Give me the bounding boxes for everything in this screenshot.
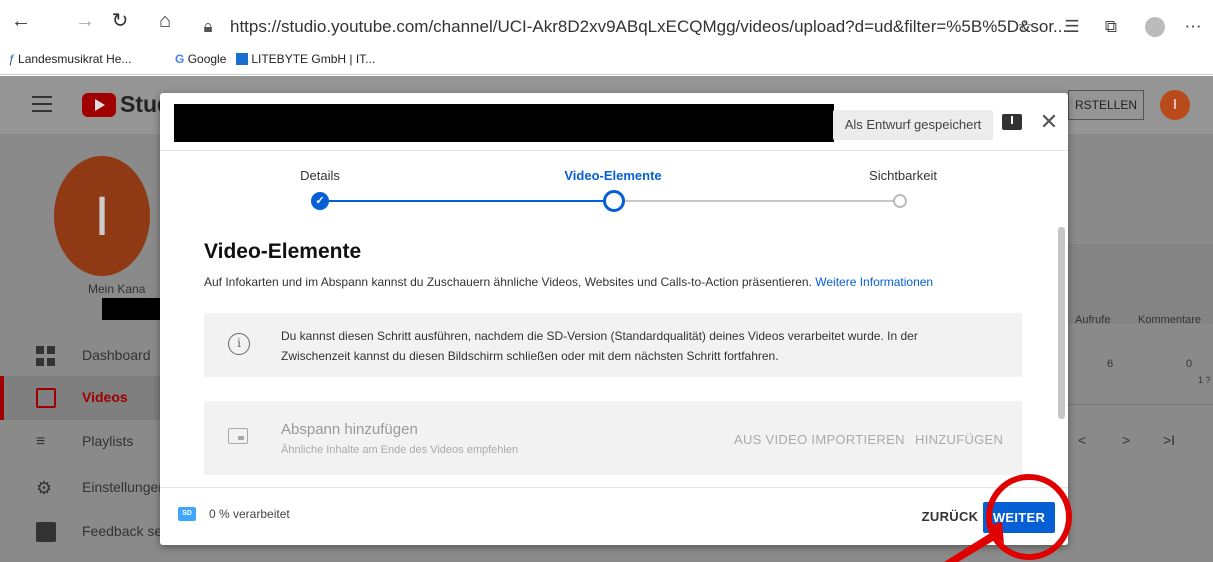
next-page-button[interactable]: > (1122, 432, 1130, 448)
section-description: Auf Infokarten und im Abspann kannst du … (204, 275, 934, 289)
collections-icon[interactable]: ⧉ (1096, 12, 1126, 42)
back-arrow-icon[interactable]: ← (8, 8, 34, 34)
endscreen-icon (228, 428, 248, 444)
close-icon[interactable]: ✕ (1036, 109, 1062, 135)
gear-icon: ⚙ (36, 478, 53, 498)
report-feedback-icon[interactable] (1000, 112, 1024, 136)
sidebar-item-settings[interactable]: ⚙ Einstellungen (0, 466, 170, 510)
dialog-scrollbar[interactable] (1058, 227, 1065, 419)
redacted-video-title (174, 104, 834, 142)
reload-icon[interactable]: ↻ (107, 8, 133, 34)
bookmarks-bar: ƒ Landesmusikrat He... G Google LITEBYTE… (0, 46, 1213, 72)
step-visibility-dot-icon[interactable] (893, 194, 907, 208)
forward-arrow-icon[interactable]: → (72, 8, 98, 34)
processing-status: 0 % verarbeitet (209, 507, 290, 521)
account-avatar[interactable]: I (1160, 90, 1190, 120)
endscreen-card: Abspann hinzufügen Ähnliche Inhalte am E… (204, 401, 1022, 475)
home-icon[interactable]: ⌂ (152, 8, 178, 34)
section-title: Video-Elemente (204, 240, 362, 263)
draft-saved-badge: Als Entwurf gespeichert (833, 110, 993, 140)
comments-value: 0 (1186, 358, 1193, 370)
sidebar-item-label: Feedback sen (82, 523, 170, 539)
profile-icon[interactable] (1140, 12, 1170, 42)
dialog-header: Als Entwurf gespeichert ✕ (160, 93, 1068, 151)
step-details-check-icon[interactable]: ✓ (311, 192, 329, 210)
row-extra-text: 1 ? (1198, 375, 1211, 385)
upload-dialog: Als Entwurf gespeichert ✕ Details Video-… (160, 93, 1068, 545)
endscreen-title: Abspann hinzufügen (281, 421, 418, 438)
sidebar-item-label: Playlists (82, 433, 134, 449)
lock-icon: 🔒︎ (203, 17, 213, 36)
bookmark-landesmusikrat[interactable]: ƒ Landesmusikrat He... (8, 50, 131, 68)
step-video-elements-dot-icon[interactable] (603, 190, 625, 212)
more-menu-icon[interactable]: ⋯ (1178, 12, 1208, 42)
videos-icon (36, 388, 56, 408)
more-info-link[interactable]: Weitere Informationen (815, 275, 933, 289)
step-details-label[interactable]: Details (240, 168, 400, 183)
address-bar[interactable]: 🔒︎ https://studio.youtube.com/channel/UC… (195, 12, 1067, 42)
favorites-list-icon[interactable]: ☰ (1057, 12, 1087, 42)
create-button[interactable]: RSTELLEN (1068, 90, 1144, 120)
hamburger-menu-icon[interactable] (32, 96, 52, 112)
channel-name: Mein Kana (88, 282, 146, 296)
playlists-icon: ≡ (36, 433, 46, 450)
browser-chrome: ← → ↻ ⌂ 🔒︎ https://studio.youtube.com/ch… (0, 0, 1213, 75)
info-icon: i (228, 333, 250, 355)
sidebar-item-label: Videos (82, 389, 128, 405)
column-header-views: Aufrufe (1075, 314, 1111, 326)
litebyte-icon (236, 53, 248, 65)
processing-info-box: i Du kannst diesen Schritt ausführen, na… (204, 313, 1022, 377)
sidebar-item-playlists[interactable]: ≡ Playlists (0, 420, 170, 464)
url-text: https://studio.youtube.com/channel/UCI-A… (230, 17, 1068, 36)
processing-info-text: Du kannst diesen Schritt ausführen, nach… (281, 329, 918, 363)
favorite-star-icon[interactable]: ☆ (1010, 12, 1040, 42)
import-from-video-button[interactable]: AUS VIDEO IMPORTIEREN (734, 432, 905, 447)
youtube-logo-icon[interactable] (82, 93, 116, 117)
dashboard-icon (36, 346, 56, 366)
add-endscreen-button[interactable]: HINZUFÜGEN (915, 432, 1003, 447)
column-header-comments: Kommentare (1138, 314, 1201, 326)
sidebar-item-feedback[interactable]: Feedback sen (0, 510, 170, 554)
sd-badge-icon: SD (178, 507, 196, 521)
sidebar-item-label: Dashboard (82, 347, 151, 363)
bookmark-google[interactable]: G Google (175, 50, 226, 68)
table-header-area: Aufrufe Kommentare (1068, 244, 1213, 326)
channel-avatar[interactable]: I (54, 156, 150, 276)
sidebar-item-videos[interactable]: Videos (0, 376, 170, 420)
google-icon: G (175, 52, 185, 66)
feedback-icon (36, 522, 56, 542)
first-page-button[interactable]: < (1078, 432, 1086, 448)
stepper-progress (317, 200, 613, 202)
step-video-elements-label[interactable]: Video-Elemente (533, 168, 693, 183)
active-indicator (0, 376, 4, 420)
sidebar-item-label: Einstellungen (82, 479, 167, 495)
bookmark-litebyte[interactable]: LITEBYTE GmbH | IT... (236, 50, 375, 68)
studio-sidebar: I Mein Kana Dashboard Videos ≡ Playlists… (0, 134, 170, 562)
sidebar-item-dashboard[interactable]: Dashboard (0, 334, 170, 378)
annotation-arrow-icon (944, 522, 1004, 562)
row-divider (1068, 404, 1213, 405)
last-page-button[interactable]: >I (1163, 432, 1175, 448)
step-visibility-label[interactable]: Sichtbarkeit (823, 168, 983, 183)
endscreen-subtitle: Ähnliche Inhalte am Ende des Videos empf… (281, 444, 519, 456)
bookmark-favicon-icon: ƒ (8, 52, 15, 66)
views-value: 6 (1107, 358, 1114, 370)
redacted-channel-info (102, 298, 164, 320)
